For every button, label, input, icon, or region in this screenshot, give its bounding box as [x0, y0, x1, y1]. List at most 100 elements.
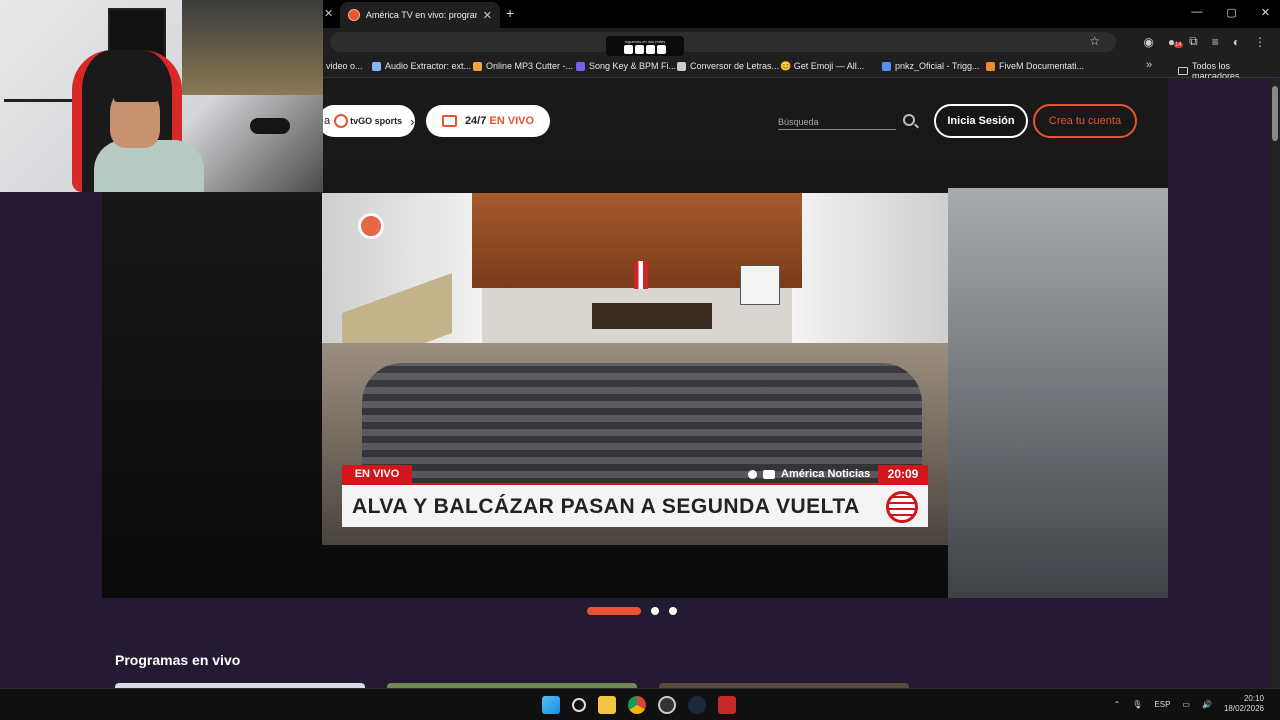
clock-time: 20:10	[1243, 694, 1264, 703]
login-button[interactable]: Inicia Sesión	[934, 104, 1028, 138]
streamer-shirt	[94, 140, 204, 192]
streamer-hair	[114, 84, 158, 102]
live-badge: EN VIVO	[342, 465, 412, 483]
broadcast-time: 20:09	[878, 465, 928, 483]
lower-third-headline-bar: ALVA Y BALCÁZAR PASAN A SEGUNDA VUELTA	[342, 483, 928, 527]
windows-taskbar: ⌃ 🎙 ESP ▭ 🔊 20:10 18/02/2026	[0, 688, 1280, 720]
media-icon[interactable]: ◉	[1143, 35, 1153, 49]
extension-badge-icon[interactable]: ● 14	[1168, 35, 1183, 49]
bookmark-item[interactable]: FiveM Documentati...	[986, 61, 1084, 71]
clock[interactable]: 20:10 18/02/2026	[1224, 694, 1264, 714]
carousel-dot-active[interactable]	[587, 607, 641, 615]
window-controls: — ▢ ✕	[1191, 6, 1270, 19]
language-indicator[interactable]: ESP	[1154, 700, 1170, 709]
america-watermark-icon	[358, 213, 384, 239]
carousel-indicators	[587, 607, 677, 615]
toolbar-icons: ☆ ◉ ● 14 ⧉ ≡ ◐ ⋮	[1089, 34, 1266, 49]
social-badge-text: síguenos en mis redes	[624, 38, 666, 44]
tv-icon	[441, 115, 457, 127]
bookmark-item[interactable]: Audio Extractor: ext...	[372, 61, 471, 71]
page-icon	[473, 61, 482, 71]
programs-section-title: Programas en vivo	[115, 652, 241, 668]
app-icon[interactable]	[718, 696, 736, 714]
extension-badge-count: 14	[1173, 41, 1183, 48]
steam-icon[interactable]	[688, 696, 706, 714]
instagram-icon	[635, 44, 644, 54]
lower-third-top: EN VIVO América Noticias 20:09	[342, 465, 928, 483]
omnibox[interactable]	[330, 32, 1116, 52]
bookmark-star-icon[interactable]: ☆	[1089, 34, 1100, 48]
social-overlay-badge: síguenos en mis redes	[606, 36, 684, 56]
video-scene	[740, 265, 780, 305]
page-icon	[576, 61, 585, 71]
tiktok-icon	[646, 44, 655, 54]
system-tray: ⌃ 🎙 ESP ▭ 🔊 20:10 18/02/2026	[1114, 694, 1264, 714]
search-icon[interactable]	[572, 698, 586, 712]
chrome-icon[interactable]	[628, 696, 646, 714]
signup-button[interactable]: Crea tu cuenta	[1033, 104, 1137, 138]
hero-background-image	[948, 188, 1168, 598]
facebook-icon	[748, 469, 757, 479]
page-scrollbar[interactable]	[1270, 78, 1280, 688]
bookmarks-overflow-button[interactable]: »	[1146, 59, 1152, 71]
profile-avatar-icon[interactable]: ◐	[1233, 35, 1240, 49]
bookmark-item[interactable]: pnkz_Oficial - Trigg...	[882, 61, 980, 71]
carousel-dot[interactable]	[651, 607, 659, 615]
tvgo-logo-text: tvGO sports	[350, 116, 403, 126]
microphone-icon	[250, 118, 290, 134]
chevron-right-icon: ›	[410, 113, 415, 129]
bookmark-item[interactable]: video o...	[326, 61, 363, 71]
close-window-button[interactable]: ✕	[1261, 6, 1270, 19]
volume-icon[interactable]: 🔊	[1202, 700, 1212, 709]
youtube-icon	[657, 44, 666, 54]
live-247-label: 24/7 EN VIVO	[464, 115, 535, 127]
tvgo-logo: tvGO sports	[334, 114, 402, 128]
minimize-button[interactable]: —	[1191, 6, 1202, 19]
social-icons	[624, 44, 666, 54]
search-icon[interactable]	[903, 114, 915, 126]
tab-title: América TV en vivo: programac	[365, 10, 477, 20]
new-tab-plus-icon[interactable]: +	[506, 5, 514, 21]
mic-icon[interactable]: 🎙	[1132, 700, 1142, 709]
live-video-player[interactable]: EN VIVO América Noticias 20:09 ALVA Y BA…	[322, 193, 948, 545]
page-icon	[372, 61, 381, 71]
search-input[interactable]	[778, 114, 896, 130]
maximize-button[interactable]: ▢	[1226, 6, 1236, 19]
globe-icon	[334, 114, 349, 128]
youtube-icon	[763, 469, 775, 479]
clock-date: 18/02/2026	[1223, 704, 1264, 713]
x-icon	[624, 44, 633, 54]
bookmark-item[interactable]: Online MP3 Cutter -...	[473, 61, 573, 71]
scrollbar-thumb[interactable]	[1272, 86, 1278, 141]
menu-kebab-icon[interactable]: ⋮	[1254, 35, 1266, 49]
channel-label: América Noticias	[748, 465, 870, 483]
video-scene	[592, 303, 712, 329]
browser-tab-active[interactable]: América TV en vivo: programac ✕	[340, 2, 500, 28]
america-tv-favicon-icon	[348, 9, 360, 21]
tvgo-prefix: a	[324, 115, 331, 127]
tray-overflow-icon[interactable]: ⌃	[1114, 700, 1121, 709]
windows-start-icon[interactable]	[542, 696, 560, 714]
folder-icon	[1178, 67, 1188, 75]
webcam-overlay	[0, 0, 323, 192]
peru-flag	[634, 261, 648, 289]
bookmark-item[interactable]: 😊 Get Emoji — All...	[780, 61, 864, 72]
live-247-button[interactable]: 24/7 EN VIVO	[426, 105, 550, 137]
page-icon	[882, 61, 891, 71]
tvgo-sports-button[interactable]: a tvGO sports ›	[318, 105, 415, 137]
prev-tab-close-icon[interactable]: ✕	[324, 7, 333, 20]
obs-icon[interactable]	[658, 696, 676, 714]
reading-list-icon[interactable]: ≡	[1212, 35, 1219, 49]
america-logo-icon	[886, 491, 918, 523]
tab-close-icon[interactable]: ✕	[483, 9, 492, 22]
taskbar-apps	[542, 696, 736, 714]
bookmark-item[interactable]: Conversor de Letras...	[677, 61, 779, 71]
window-city-view	[182, 0, 323, 95]
carousel-dot[interactable]	[669, 607, 677, 615]
bookmark-item[interactable]: Song Key & BPM Fi...	[576, 61, 676, 71]
page-icon	[986, 61, 995, 71]
network-icon[interactable]: ▭	[1182, 700, 1190, 709]
news-headline: ALVA Y BALCÁZAR PASAN A SEGUNDA VUELTA	[352, 495, 860, 518]
file-explorer-icon[interactable]	[598, 696, 616, 714]
extensions-puzzle-icon[interactable]: ⧉	[1189, 34, 1198, 49]
